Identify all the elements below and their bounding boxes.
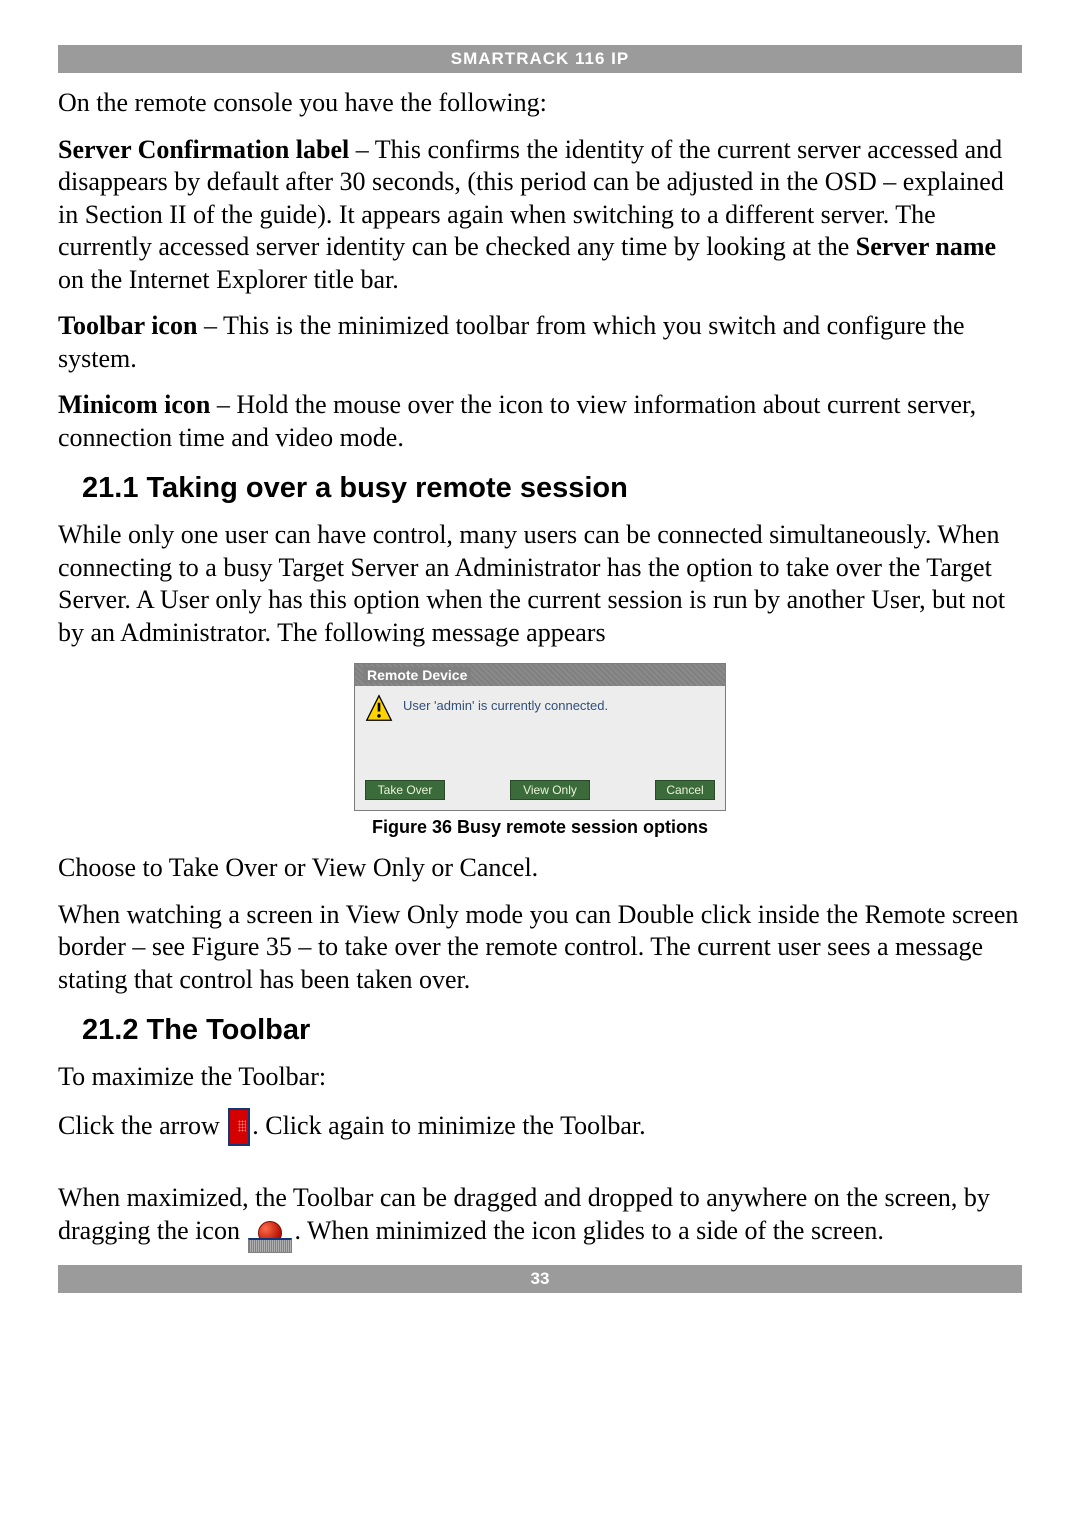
page-header: SMARTRACK 116 IP <box>58 45 1022 73</box>
minicom-icon-label: Minicom icon <box>58 390 210 419</box>
toolbar-arrow-icon <box>228 1108 250 1146</box>
section-21-1-p2: Choose to Take Over or View Only or Canc… <box>58 852 1022 885</box>
take-over-button[interactable]: Take Over <box>365 780 445 800</box>
section-21-1-heading: 21.1 Taking over a busy remote session <box>82 472 1022 505</box>
figure-36-container: Remote Device User 'admin' is currently … <box>58 663 1022 811</box>
dialog-button-row: Take Over View Only Cancel <box>355 774 725 810</box>
intro-line: On the remote console you have the follo… <box>58 87 1022 120</box>
section-21-1-p1: While only one user can have control, ma… <box>58 519 1022 649</box>
document-page: SMARTRACK 116 IP On the remote console y… <box>0 0 1080 1529</box>
minicom-icon-paragraph: Minicom icon – Hold the mouse over the i… <box>58 389 1022 454</box>
warning-icon <box>365 694 393 722</box>
section-21-2-p3: When maximized, the Toolbar can be dragg… <box>58 1182 1022 1247</box>
header-title: SMARTRACK 116 IP <box>451 49 629 68</box>
toolbar-icon-paragraph: Toolbar icon – This is the minimized too… <box>58 310 1022 375</box>
server-confirmation-text-b: on the Internet Explorer title bar. <box>58 265 399 294</box>
server-name-bold: Server name <box>856 232 996 261</box>
toolbar-drag-icon <box>248 1221 292 1253</box>
figure-36-caption: Figure 36 Busy remote session options <box>58 817 1022 838</box>
dialog-message: User 'admin' is currently connected. <box>403 698 608 713</box>
section-21-2-p1: To maximize the Toolbar: <box>58 1061 1022 1094</box>
toolbar-icon-label: Toolbar icon <box>58 311 197 340</box>
section-21-1-p3: When watching a screen in View Only mode… <box>58 899 1022 997</box>
dialog-title-text: Remote Device <box>363 667 471 683</box>
dialog-body: User 'admin' is currently connected. <box>355 686 725 774</box>
section-21-2-heading: 21.2 The Toolbar <box>82 1014 1022 1047</box>
drag-text-b: . When minimized the icon glides to a si… <box>294 1216 883 1245</box>
dialog-titlebar: Remote Device <box>355 664 725 686</box>
server-confirmation-paragraph: Server Confirmation label – This confirm… <box>58 134 1022 297</box>
remote-device-dialog: Remote Device User 'admin' is currently … <box>354 663 726 811</box>
page-footer: 33 <box>58 1265 1022 1293</box>
cancel-button[interactable]: Cancel <box>655 780 715 800</box>
page-number: 33 <box>531 1269 550 1288</box>
click-arrow-text-a: Click the arrow <box>58 1111 226 1140</box>
server-confirmation-label: Server Confirmation label <box>58 135 349 164</box>
click-arrow-text-b: . Click again to minimize the Toolbar. <box>252 1111 645 1140</box>
view-only-button[interactable]: View Only <box>510 780 590 800</box>
section-21-2-p2: Click the arrow . Click again to minimiz… <box>58 1108 1022 1143</box>
